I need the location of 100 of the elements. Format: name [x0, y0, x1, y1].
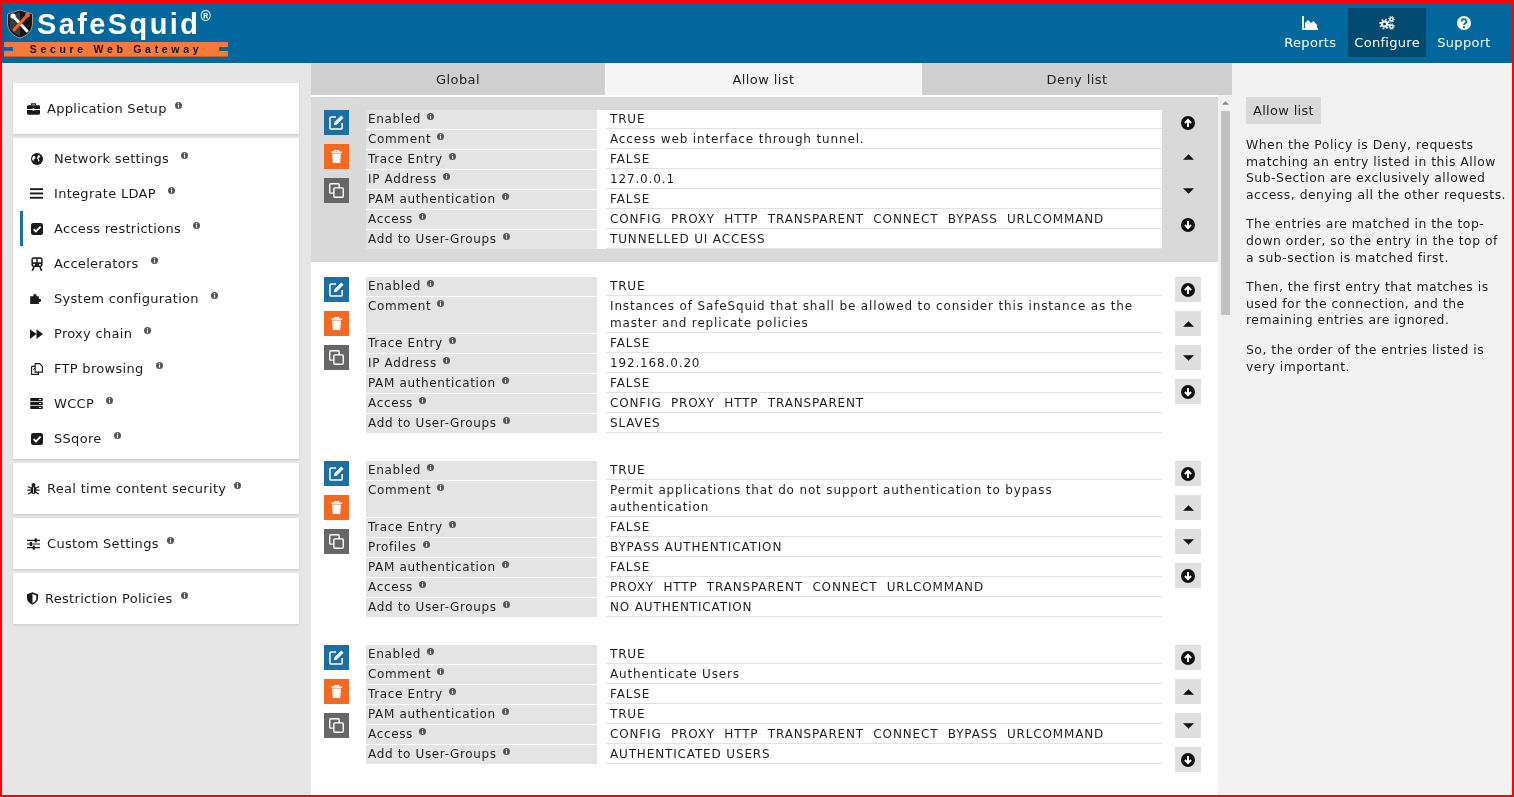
sidebar-section[interactable]: Custom Settings	[13, 518, 299, 569]
info-icon	[437, 133, 445, 140]
edit-button[interactable]	[324, 277, 349, 302]
tab[interactable]: Global	[311, 63, 605, 95]
edit-button[interactable]	[324, 461, 349, 486]
sidebar-item[interactable]: SSqore	[20, 421, 299, 456]
field-label: Profiles	[368, 539, 417, 556]
field-label: PAM authentication	[368, 375, 496, 392]
sidebar-item[interactable]: Access restrictions	[20, 211, 299, 246]
info-icon	[448, 521, 456, 528]
info-icon	[419, 397, 426, 404]
move-down-button[interactable]	[1175, 529, 1201, 554]
logo-tagline: Secure Web Gateway	[4, 42, 228, 57]
info-icon	[180, 591, 188, 599]
move-to-top-button[interactable]	[1175, 461, 1201, 486]
info-icon	[193, 221, 201, 229]
logo-wordmark: SafeSquid$^{®}$	[37, 9, 211, 39]
info-icon	[150, 256, 158, 264]
info-icon	[113, 431, 121, 439]
circle-arrow-up-icon	[1181, 282, 1195, 297]
field-value: NO AUTHENTICATION	[606, 598, 1162, 617]
move-up-button[interactable]	[1175, 311, 1201, 336]
move-to-bottom-button[interactable]	[1175, 747, 1201, 772]
caret-down-icon	[1182, 187, 1194, 194]
nav-button[interactable]: Support	[1428, 8, 1500, 57]
sliders-icon	[27, 537, 40, 550]
field-label: Add to User-Groups	[368, 746, 497, 763]
circle-arrow-down-icon	[1181, 752, 1195, 767]
move-up-button[interactable]	[1175, 495, 1201, 520]
field-value: PROXY HTTP TRANSPARENT CONNECT URLCOMMAND	[606, 578, 1162, 597]
sidebar-item[interactable]: WCCP	[20, 386, 299, 421]
field-value: FALSE	[606, 558, 1162, 577]
info-icon	[437, 300, 445, 307]
delete-button[interactable]	[324, 144, 349, 169]
policy-entry[interactable]	[311, 97, 1218, 262]
fast-forward-icon	[30, 328, 43, 339]
copy-button[interactable]	[324, 345, 349, 370]
field-label: Enabled	[368, 278, 422, 295]
server-icon	[30, 398, 43, 409]
field-value: TRUE	[606, 705, 1162, 724]
info-icon	[501, 561, 509, 568]
field-value: Authenticate Users	[606, 665, 1162, 684]
info-icon	[448, 153, 456, 160]
edit-icon	[329, 466, 344, 481]
delete-button[interactable]	[324, 311, 349, 336]
move-to-top-button[interactable]	[1175, 645, 1201, 670]
sidebar-item[interactable]: Proxy chain	[20, 316, 299, 351]
nav-button[interactable]: Configure	[1348, 8, 1426, 57]
info-icon	[166, 536, 174, 544]
info-icon	[144, 326, 152, 334]
caret-down-icon	[1182, 722, 1194, 729]
sidebar-item[interactable]: System configuration	[20, 281, 299, 316]
edit-button[interactable]	[324, 110, 349, 135]
field-label: Comment	[368, 482, 432, 499]
trash-icon	[331, 317, 342, 330]
help-paragraph: So, the order of the entries listed is very important.	[1246, 341, 1486, 376]
field-value: FALSE	[606, 334, 1162, 353]
field-label: Add to User-Groups	[368, 599, 497, 616]
checkbox-icon	[30, 432, 43, 445]
sidebar-item[interactable]: Network settings	[20, 141, 299, 176]
delete-button[interactable]	[324, 495, 349, 520]
move-to-top-button[interactable]	[1175, 277, 1201, 302]
move-down-button[interactable]	[1175, 345, 1201, 370]
info-icon	[501, 377, 509, 384]
sidebar-section[interactable]: Application Setup	[13, 83, 299, 134]
field-label: Enabled	[368, 646, 422, 663]
copy-button[interactable]	[324, 178, 349, 203]
move-up-button[interactable]	[1175, 679, 1201, 704]
caret-down-icon	[1182, 538, 1194, 545]
sidebar-section[interactable]: Real time content security	[13, 463, 299, 514]
move-to-bottom-button[interactable]	[1175, 563, 1201, 588]
field-value: CONFIG PROXY HTTP TRANSPARENT	[606, 394, 1162, 413]
move-down-button[interactable]	[1175, 713, 1201, 738]
edit-button[interactable]	[324, 645, 349, 670]
trash-icon	[331, 685, 342, 698]
info-icon	[437, 668, 445, 675]
field-value: 127.0.0.1	[606, 170, 1162, 189]
info-icon	[427, 113, 435, 120]
caret-up-icon	[1182, 320, 1194, 327]
move-to-bottom-button[interactable]	[1175, 379, 1201, 404]
sidebar-item[interactable]: Integrate LDAP	[20, 176, 299, 211]
sidebar-section[interactable]: Restriction Policies	[13, 573, 299, 624]
delete-button[interactable]	[324, 679, 349, 704]
field-value: BYPASS AUTHENTICATION	[606, 538, 1162, 557]
documents-icon	[30, 362, 43, 375]
field-value: TRUE	[606, 645, 1162, 664]
tab[interactable]: Deny list	[922, 63, 1232, 95]
tab[interactable]: Allow list	[606, 63, 921, 95]
info-icon	[234, 481, 242, 489]
copy-button[interactable]	[324, 713, 349, 738]
scrollbar-thumb[interactable]	[1220, 111, 1230, 315]
sidebar-item[interactable]: Accelerators	[20, 246, 299, 281]
info-icon	[448, 688, 456, 695]
nav-button[interactable]: Reports	[1274, 8, 1347, 57]
info-icon	[167, 186, 175, 194]
copy-button[interactable]	[324, 529, 349, 554]
scrollbar[interactable]	[1218, 95, 1232, 795]
circle-arrow-up-icon	[1181, 115, 1195, 130]
area-chart-icon	[1302, 16, 1319, 30]
sidebar-item[interactable]: FTP browsing	[20, 351, 299, 386]
